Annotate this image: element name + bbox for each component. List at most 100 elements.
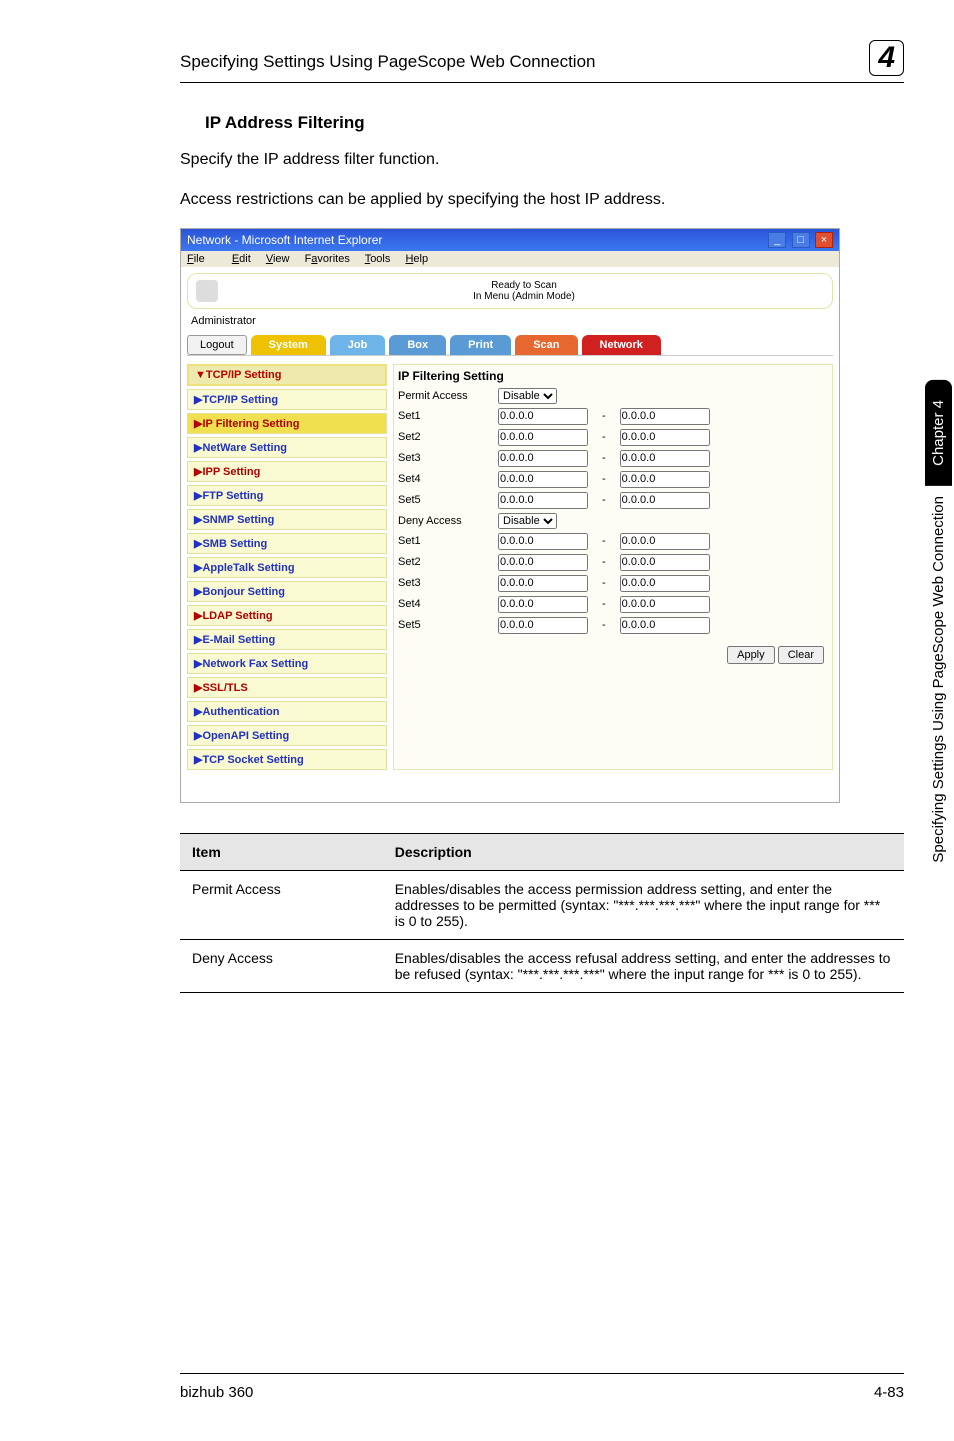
- status-line-2: In Menu (Admin Mode): [224, 291, 824, 302]
- permit-ip-from[interactable]: [498, 429, 588, 446]
- para-2: Access restrictions can be applied by sp…: [180, 188, 904, 213]
- side-tab-title: Specifying Settings Using PageScope Web …: [925, 486, 952, 883]
- settings-form: IP Filtering Setting Permit Access Disab…: [393, 364, 833, 770]
- menu-edit[interactable]: Edit: [232, 253, 251, 265]
- minimize-icon[interactable]: _: [768, 232, 786, 248]
- section-heading: IP Address Filtering: [205, 113, 904, 133]
- deny-set-label: Set5: [398, 619, 498, 631]
- nav-group-header[interactable]: ▼TCP/IP Setting: [187, 364, 387, 386]
- deny-set-label: Set2: [398, 556, 498, 568]
- permit-ip-to[interactable]: [620, 492, 710, 509]
- maximize-icon[interactable]: □: [792, 232, 810, 248]
- menu-bar: File Edit View Favorites Tools Help: [181, 251, 839, 267]
- deny-ip-from[interactable]: [498, 575, 588, 592]
- range-dash: -: [602, 598, 606, 610]
- chapter-number: 4: [869, 40, 904, 76]
- permit-access-label: Permit Access: [398, 390, 498, 402]
- tab-system[interactable]: System: [251, 335, 326, 355]
- sidebar-item[interactable]: ▶LDAP Setting: [187, 605, 387, 626]
- sidebar-item[interactable]: ▶Authentication: [187, 701, 387, 722]
- permit-ip-from[interactable]: [498, 471, 588, 488]
- deny-set-label: Set1: [398, 535, 498, 547]
- menu-help[interactable]: Help: [405, 253, 428, 265]
- sidebar-item[interactable]: ▶E-Mail Setting: [187, 629, 387, 650]
- sidebar-item[interactable]: ▶SNMP Setting: [187, 509, 387, 530]
- deny-ip-from[interactable]: [498, 596, 588, 613]
- deny-ip-from[interactable]: [498, 533, 588, 550]
- tab-scan[interactable]: Scan: [515, 335, 577, 355]
- permit-ip-to[interactable]: [620, 408, 710, 425]
- table-header-description: Description: [383, 833, 904, 870]
- table-header-item: Item: [180, 833, 383, 870]
- side-tab-chapter: Chapter 4: [925, 380, 952, 486]
- deny-ip-to[interactable]: [620, 533, 710, 550]
- table-cell: Permit Access: [180, 870, 383, 939]
- running-header: Specifying Settings Using PageScope Web …: [180, 52, 869, 72]
- tab-box[interactable]: Box: [389, 335, 446, 355]
- range-dash: -: [602, 473, 606, 485]
- deny-access-select[interactable]: Disable: [498, 513, 557, 529]
- deny-set-label: Set3: [398, 577, 498, 589]
- tab-network[interactable]: Network: [582, 335, 661, 355]
- sidebar-item[interactable]: ▶SSL/TLS: [187, 677, 387, 698]
- tab-job[interactable]: Job: [330, 335, 386, 355]
- sidebar-item[interactable]: ▶NetWare Setting: [187, 437, 387, 458]
- sidebar-item[interactable]: ▶AppleTalk Setting: [187, 557, 387, 578]
- status-banner: Ready to Scan In Menu (Admin Mode): [187, 273, 833, 309]
- permit-ip-from[interactable]: [498, 492, 588, 509]
- permit-ip-from[interactable]: [498, 450, 588, 467]
- close-icon[interactable]: ×: [815, 232, 833, 248]
- sidebar-item[interactable]: ▶IPP Setting: [187, 461, 387, 482]
- form-title: IP Filtering Setting: [398, 369, 828, 383]
- sidebar-item[interactable]: ▶IP Filtering Setting: [187, 413, 387, 434]
- table-cell: Enables/disables the access refusal addr…: [383, 939, 904, 992]
- status-line-1: Ready to Scan: [224, 280, 824, 291]
- menu-file[interactable]: File: [187, 253, 217, 265]
- sidebar-item[interactable]: ▶TCP Socket Setting: [187, 749, 387, 770]
- sidebar-item[interactable]: ▶Bonjour Setting: [187, 581, 387, 602]
- printer-icon: [196, 280, 218, 302]
- window-title: Network - Microsoft Internet Explorer: [187, 233, 766, 247]
- permit-set-label: Set1: [398, 410, 498, 422]
- permit-ip-to[interactable]: [620, 429, 710, 446]
- menu-favorites[interactable]: Favorites: [305, 253, 350, 265]
- footer-page: 4-83: [874, 1384, 904, 1401]
- admin-label: Administrator: [187, 313, 833, 329]
- range-dash: -: [602, 619, 606, 631]
- deny-ip-to[interactable]: [620, 554, 710, 571]
- sidebar-item[interactable]: ▶FTP Setting: [187, 485, 387, 506]
- clear-button[interactable]: [778, 646, 824, 664]
- deny-set-label: Set4: [398, 598, 498, 610]
- range-dash: -: [602, 535, 606, 547]
- apply-button[interactable]: [727, 646, 775, 664]
- deny-access-label: Deny Access: [398, 515, 498, 527]
- menu-view[interactable]: View: [266, 253, 290, 265]
- table-cell: Deny Access: [180, 939, 383, 992]
- deny-ip-to[interactable]: [620, 575, 710, 592]
- sidebar-item[interactable]: ▶SMB Setting: [187, 533, 387, 554]
- title-bar: Network - Microsoft Internet Explorer _ …: [181, 229, 839, 251]
- browser-window: Network - Microsoft Internet Explorer _ …: [180, 228, 840, 803]
- tab-print[interactable]: Print: [450, 335, 511, 355]
- deny-ip-to[interactable]: [620, 596, 710, 613]
- permit-ip-to[interactable]: [620, 471, 710, 488]
- range-dash: -: [602, 452, 606, 464]
- permit-set-label: Set2: [398, 431, 498, 443]
- permit-set-label: Set3: [398, 452, 498, 464]
- deny-ip-to[interactable]: [620, 617, 710, 634]
- sidebar-item[interactable]: ▶OpenAPI Setting: [187, 725, 387, 746]
- deny-ip-from[interactable]: [498, 617, 588, 634]
- side-tab: Chapter 4 Specifying Settings Using Page…: [922, 380, 954, 1140]
- permit-ip-from[interactable]: [498, 408, 588, 425]
- table-cell: Enables/disables the access permission a…: [383, 870, 904, 939]
- range-dash: -: [602, 494, 606, 506]
- sidebar-item[interactable]: ▶Network Fax Setting: [187, 653, 387, 674]
- permit-access-select[interactable]: Disable: [498, 388, 557, 404]
- menu-tools[interactable]: Tools: [365, 253, 391, 265]
- logout-button[interactable]: Logout: [187, 335, 247, 355]
- para-1: Specify the IP address filter function.: [180, 148, 904, 173]
- sidebar-item[interactable]: ▶TCP/IP Setting: [187, 389, 387, 410]
- permit-set-label: Set5: [398, 494, 498, 506]
- deny-ip-from[interactable]: [498, 554, 588, 571]
- permit-ip-to[interactable]: [620, 450, 710, 467]
